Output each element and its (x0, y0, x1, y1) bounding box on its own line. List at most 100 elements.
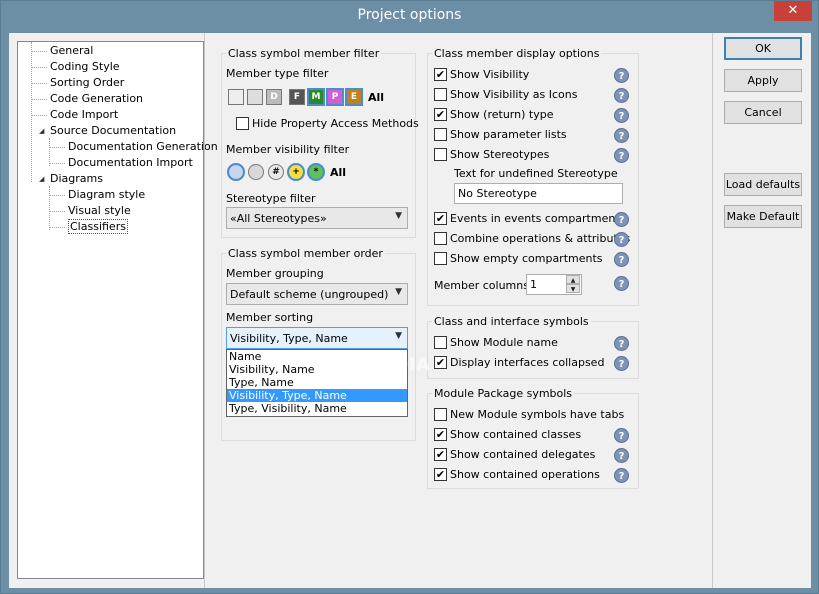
checkbox-box[interactable] (236, 117, 249, 130)
show-return-type-checkbox[interactable]: ✔ Show (return) type (434, 107, 614, 123)
type-filter-class-icon[interactable] (228, 89, 244, 105)
tree-item-code-generation[interactable]: Code Generation (50, 91, 143, 106)
make-default-button[interactable]: Make Default (724, 205, 802, 228)
visibility-protected-icon[interactable]: # (268, 164, 284, 180)
tree-item-diagrams[interactable]: Diagrams (50, 171, 103, 186)
checkbox-box[interactable] (434, 252, 447, 265)
load-defaults-button[interactable]: Load defaults (724, 173, 802, 196)
dropdown-option[interactable]: Type, Visibility, Name (227, 402, 407, 415)
stereotype-filter-label: Stereotype filter (226, 192, 316, 205)
member-sorting-combo[interactable]: Visibility, Type, Name ▼ (226, 327, 408, 349)
spin-up-icon[interactable]: ▲ (566, 275, 580, 284)
help-icon[interactable]: ? (614, 448, 629, 463)
help-icon[interactable]: ? (614, 232, 629, 247)
checkbox-box[interactable] (434, 408, 447, 421)
help-icon[interactable]: ? (614, 148, 629, 163)
visibility-published-icon[interactable]: * (307, 163, 325, 181)
show-module-name-checkbox[interactable]: Show Module name (434, 335, 614, 351)
checkbox-box[interactable]: ✔ (434, 68, 447, 81)
visibility-public-icon[interactable]: + (287, 163, 305, 181)
stereotype-filter-combo[interactable]: «All Stereotypes» ▼ (226, 207, 408, 229)
combine-operations-checkbox[interactable]: Combine operations & attributes (434, 231, 630, 247)
show-contained-operations-checkbox[interactable]: ✔ Show contained operations (434, 467, 614, 483)
help-icon[interactable]: ? (614, 68, 629, 83)
checkbox-box[interactable]: ✔ (434, 448, 447, 461)
checkbox-box[interactable]: ✔ (434, 356, 447, 369)
type-filter-method-icon[interactable]: M (307, 88, 325, 106)
checkbox-box[interactable] (434, 232, 447, 245)
checkbox-box[interactable]: ✔ (434, 428, 447, 441)
show-visibility-checkbox[interactable]: ✔ Show Visibility (434, 67, 614, 83)
dropdown-option-selected[interactable]: Visibility, Type, Name (227, 389, 407, 402)
close-button[interactable]: ✕ (774, 1, 812, 21)
help-icon[interactable]: ? (614, 252, 629, 267)
tree-line (49, 227, 65, 228)
title-bar[interactable]: Project options ✕ (1, 1, 818, 33)
show-contained-classes-checkbox[interactable]: ✔ Show contained classes (434, 427, 614, 443)
tree-item-label: Diagram style (68, 188, 146, 201)
options-tree[interactable]: General Coding Style Sorting Order Code … (17, 41, 218, 579)
chevron-down-icon: ▼ (395, 331, 402, 341)
type-filter-event-icon[interactable]: E (345, 88, 363, 106)
tree-item-source-documentation[interactable]: Source Documentation (50, 123, 176, 138)
undefined-stereotype-input[interactable]: No Stereotype (454, 183, 623, 204)
tree-item-documentation-generation[interactable]: Documentation Generation (68, 139, 218, 154)
help-icon[interactable]: ? (614, 128, 629, 143)
collapse-arrow-icon[interactable]: ◢ (39, 127, 47, 135)
help-icon[interactable]: ? (614, 468, 629, 483)
interface-symbols-group: Class and interface symbols Show Module … (427, 315, 639, 379)
tree-item-classifiers[interactable]: Classifiers (68, 219, 128, 234)
type-filter-field-icon[interactable]: F (289, 89, 305, 105)
help-icon[interactable]: ? (614, 88, 629, 103)
dropdown-option[interactable]: Type, Name (227, 376, 407, 389)
combo-value: Visibility, Type, Name (230, 332, 348, 345)
show-parameter-lists-checkbox[interactable]: Show parameter lists (434, 127, 614, 143)
member-order-group: Class symbol member order Member groupin… (221, 247, 416, 441)
ok-button[interactable]: OK (724, 37, 802, 60)
checkbox-box[interactable]: ✔ (434, 212, 447, 225)
tree-item-sorting-order[interactable]: Sorting Order (50, 75, 124, 90)
tree-item-documentation-import[interactable]: Documentation Import (68, 155, 193, 170)
show-empty-compartments-checkbox[interactable]: Show empty compartments (434, 251, 614, 267)
visibility-internal-icon[interactable] (248, 164, 264, 180)
type-filter-struct-icon[interactable] (247, 89, 263, 105)
type-filter-property-icon[interactable]: P (326, 88, 344, 106)
hide-property-access-checkbox[interactable]: Hide Property Access Methods (236, 116, 419, 132)
checkbox-box[interactable]: ✔ (434, 108, 447, 121)
tree-item-diagram-style[interactable]: Diagram style (68, 187, 145, 202)
tree-item-code-import[interactable]: Code Import (50, 107, 118, 122)
new-module-tabs-checkbox[interactable]: New Module symbols have tabs (434, 407, 624, 423)
tree-item-coding-style[interactable]: Coding Style (50, 59, 120, 74)
show-contained-delegates-checkbox[interactable]: ✔ Show contained delegates (434, 447, 614, 463)
cancel-button[interactable]: Cancel (724, 101, 802, 124)
type-filter-delegate-icon[interactable]: D (266, 89, 282, 105)
collapse-arrow-icon[interactable]: ◢ (39, 175, 47, 183)
display-interfaces-collapsed-checkbox[interactable]: ✔ Display interfaces collapsed (434, 355, 614, 371)
member-columns-label: Member columns (434, 279, 529, 292)
checkbox-box[interactable]: ✔ (434, 468, 447, 481)
help-icon[interactable]: ? (614, 428, 629, 443)
visibility-filter-all[interactable]: All (330, 166, 346, 179)
spin-down-icon[interactable]: ▼ (566, 284, 580, 293)
apply-button[interactable]: Apply (724, 69, 802, 92)
member-grouping-combo[interactable]: Default scheme (ungrouped) ▼ (226, 283, 408, 305)
help-icon[interactable]: ? (614, 336, 629, 351)
show-visibility-icons-checkbox[interactable]: Show Visibility as Icons (434, 87, 614, 103)
type-filter-all[interactable]: All (368, 91, 384, 104)
show-stereotypes-checkbox[interactable]: Show Stereotypes (434, 147, 614, 163)
help-icon[interactable]: ? (614, 356, 629, 371)
help-icon[interactable]: ? (614, 276, 629, 291)
tree-item-visual-style[interactable]: Visual style (68, 203, 131, 218)
visibility-private-icon[interactable] (227, 163, 245, 181)
checkbox-box[interactable] (434, 88, 447, 101)
member-columns-spinner[interactable]: 1 ▲ ▼ (526, 274, 582, 295)
events-compartment-checkbox[interactable]: ✔ Events in events compartment (434, 211, 620, 227)
checkbox-box[interactable] (434, 336, 447, 349)
checkbox-box[interactable] (434, 148, 447, 161)
help-icon[interactable]: ? (614, 108, 629, 123)
checkbox-box[interactable] (434, 128, 447, 141)
help-icon[interactable]: ? (614, 212, 629, 227)
tree-line (31, 83, 47, 84)
tree-item-label: Source Documentation (50, 124, 177, 137)
tree-item-general[interactable]: General (50, 43, 93, 58)
